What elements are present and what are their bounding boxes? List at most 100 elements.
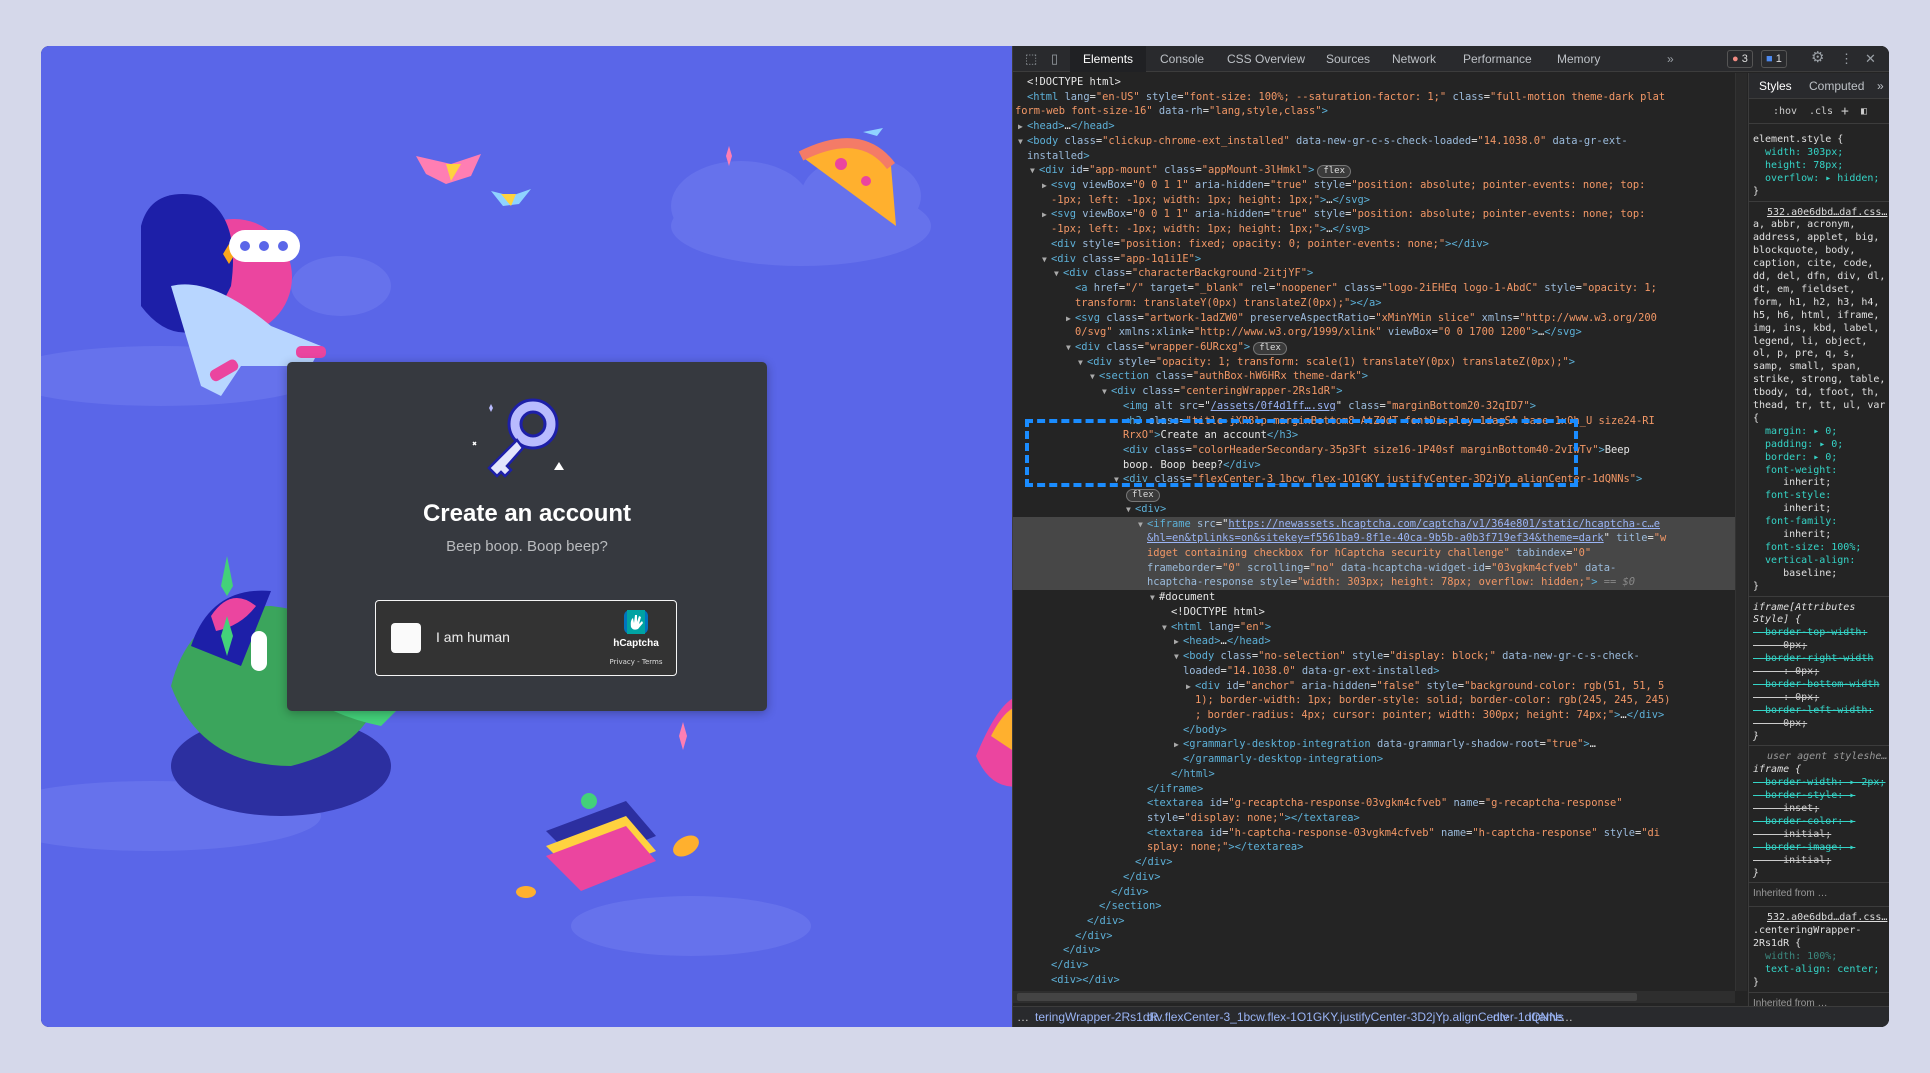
dom-node-line[interactable]: ▶ <svg class="artwork-1adZW0" preserveAsp… [1013,311,1746,326]
device-toolbar-icon[interactable]: ▯ [1051,51,1058,67]
collapsed-triangle-icon[interactable]: ▶ [1186,680,1195,695]
expand-triangle-icon[interactable]: ▼ [1078,356,1087,371]
dom-node-line[interactable]: RrxO">Create an account</h3> [1013,428,1746,443]
style-rule-line[interactable]: height: 78px; [1753,159,1843,172]
flex-badge[interactable]: flex [1126,489,1160,503]
dom-node-line[interactable]: <div class="colorHeaderSecondary-35p3Ft … [1013,443,1746,458]
dom-node-line[interactable]: ▼ #document [1013,590,1746,605]
selected-dom-node[interactable]: ▼ <iframe src="https://newassets.hcaptcha… [1013,516,1746,533]
dom-node-line[interactable]: <!DOCTYPE html> [1013,605,1746,620]
expand-triangle-icon[interactable]: ▼ [1162,621,1171,636]
dom-tree-vertical-scrollbar[interactable] [1735,73,1747,991]
dom-node-line[interactable]: -1px; left: -1px; width: 1px; height: 1p… [1013,193,1746,208]
flex-badge[interactable]: flex [1253,341,1287,355]
link-token[interactable]: https://newassets.hcaptcha.com/captcha/v… [1228,518,1660,530]
dom-node-line[interactable]: ▶ <div id="anchor" aria-hidden="false" st… [1013,679,1746,694]
tab-styles[interactable]: Styles [1759,73,1792,99]
dom-node-line[interactable]: installed> [1013,149,1746,164]
dom-node-line[interactable]: loaded="14.1038.0" data-gr-ext-installed… [1013,664,1746,679]
dom-node-line[interactable]: ▶ <head>…</head> [1013,634,1746,649]
dom-node-line[interactable]: style="display: none;"></textarea> [1013,811,1746,826]
dom-node-line[interactable]: ▼ <div style="opacity: 1; transform: scal… [1013,355,1746,370]
selected-dom-node[interactable]: &hl=en&tplinks=on&sitekey=f5561ba9-8f1e-… [1013,531,1746,547]
dom-node-line[interactable]: ▼ <html lang="en"> [1013,620,1746,635]
dom-node-line[interactable]: 0/svg" xmlns:xlink="http://www.w3.org/19… [1013,325,1746,340]
dom-node-line[interactable]: form-web font-size-16" data-rh="lang,sty… [1013,104,1746,119]
tab-css-overview[interactable]: CSS Overview [1227,46,1305,72]
expand-triangle-icon[interactable]: ▼ [1138,518,1147,533]
selected-dom-node[interactable]: idget containing checkbox for hCaptcha s… [1013,546,1746,561]
dom-node-line[interactable]: </div> [1013,929,1746,944]
expand-triangle-icon[interactable]: ▼ [1150,591,1159,606]
tab-elements[interactable]: Elements [1070,46,1147,72]
close-icon[interactable]: ✕ [1865,51,1876,67]
dom-node-line[interactable]: </div> [1013,958,1746,973]
collapsed-triangle-icon[interactable]: ▶ [1066,312,1075,327]
dom-node-line[interactable]: flex [1013,487,1746,503]
style-rule-line[interactable]: width: 303px; [1753,146,1843,159]
i-am-human-checkbox[interactable] [391,623,421,653]
collapsed-triangle-icon[interactable]: ▶ [1042,208,1051,223]
expand-triangle-icon[interactable]: ▼ [1054,267,1063,282]
elements-dom-tree[interactable]: <!DOCTYPE html> <html lang="en-US" style=… [1013,73,1746,991]
dom-node-line[interactable]: <div></div> [1013,973,1746,988]
selected-dom-node[interactable]: frameborder="0" scrolling="no" data-hcap… [1013,560,1746,576]
dom-node-line[interactable]: </grammarly-desktop-integration> [1013,752,1746,767]
dom-node-line[interactable]: </div> [1013,943,1746,958]
expand-triangle-icon[interactable]: ▼ [1042,253,1051,268]
breadcrumb-item[interactable]: … [1017,1007,1029,1027]
dom-node-line[interactable]: ▼ <div class="wrapper-6URcxg"> flex [1013,340,1746,355]
selected-dom-node[interactable]: hcaptcha-response style="width: 303px; h… [1013,575,1746,591]
more-tabs-button[interactable]: » [1667,46,1674,72]
privacy-terms-links[interactable]: Privacy - Terms [610,658,663,666]
breadcrumb-item[interactable]: iframe [1529,1007,1562,1027]
breadcrumb-item[interactable]: teringWrapper-2Rs1dR [1035,1007,1158,1027]
dom-node-line[interactable]: ▼ <body class="no-selection" style="displ… [1013,649,1746,664]
style-rule-line[interactable]: vertical-align: [1753,554,1855,567]
collapsed-triangle-icon[interactable]: ▶ [1174,738,1183,753]
dom-node-line[interactable]: ▼ <section class="authBox-hW6HRx theme-da… [1013,369,1746,384]
dom-node-line[interactable]: ▶ <svg viewBox="0 0 1 1" aria-hidden="tru… [1013,178,1746,193]
dom-tree-horizontal-scrollbar[interactable] [1013,991,1735,1003]
tab-memory[interactable]: Memory [1557,46,1600,72]
expand-triangle-icon[interactable]: ▼ [1174,650,1183,665]
dom-node-line[interactable]: </body> [1013,723,1746,738]
tab-network[interactable]: Network [1392,46,1436,72]
style-rule-line[interactable]: text-align: center; [1753,963,1879,976]
dom-node-line[interactable]: ▶ <head>…</head> [1013,119,1746,134]
expand-triangle-icon[interactable]: ▼ [1018,135,1027,150]
collapsed-triangle-icon[interactable]: ▶ [1042,179,1051,194]
new-rule-button[interactable]: + [1841,100,1849,124]
dom-node-line[interactable]: -1px; left: -1px; width: 1px; height: 1p… [1013,222,1746,237]
link-token[interactable]: /assets/0f4d1ff….svg [1211,400,1336,412]
dom-node-line[interactable]: <h3 class="title-jXR8lp marginBottom8-At… [1013,414,1746,429]
dom-node-line[interactable]: ▼ <body class="clickup-chrome-ext_install… [1013,134,1746,149]
dom-node-line[interactable]: </div> [1013,914,1746,929]
collapsed-triangle-icon[interactable]: ▶ [1174,635,1183,650]
expand-triangle-icon[interactable]: ▼ [1102,385,1111,400]
tab-computed[interactable]: Computed [1809,73,1864,99]
style-rule-line[interactable]: overflow: ▸ hidden; [1753,172,1879,185]
tab-sources[interactable]: Sources [1326,46,1370,72]
dom-node-line[interactable]: </div> [1013,870,1746,885]
style-rule-line[interactable]: font-weight: [1753,464,1837,477]
style-rule-line[interactable]: font-style: [1753,489,1831,502]
dom-node-line[interactable]: <!DOCTYPE html> [1013,75,1746,90]
stylesheet-link[interactable]: 532.a0e6dbd…daf.css… [1767,911,1887,924]
messages-badge[interactable]: ■ 1 [1761,50,1787,68]
collapsed-triangle-icon[interactable]: ▶ [1018,120,1027,135]
more-styles-tabs[interactable]: » [1877,73,1884,99]
tab-console[interactable]: Console [1160,46,1204,72]
dom-node-line[interactable]: <html lang="en-US" style="font-size: 100… [1013,90,1746,105]
dom-node-line[interactable]: boop. Boop beep?</div> [1013,458,1746,473]
cls-toggle[interactable]: .cls [1809,100,1833,124]
expand-triangle-icon[interactable]: ▼ [1126,503,1135,518]
dom-node-line[interactable]: </iframe> [1013,782,1746,797]
dom-node-line[interactable]: ▶ <grammarly-desktop-integration data-gra… [1013,737,1746,752]
expand-triangle-icon[interactable]: ▼ [1030,164,1039,179]
style-rule-line[interactable]: padding: ▸ 0; [1753,438,1843,451]
dom-node-line[interactable]: ; border-radius: 4px; cursor: pointer; w… [1013,708,1746,723]
toggle-sidebar-icon[interactable]: ◧ [1861,100,1867,124]
dom-node-line[interactable]: <a href="/" target="_blank" rel="noopene… [1013,281,1746,296]
stylesheet-link[interactable]: 532.a0e6dbd…daf.css… [1767,206,1887,219]
